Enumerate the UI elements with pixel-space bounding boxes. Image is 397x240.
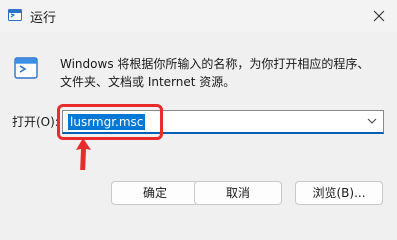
run-app-icon	[8, 9, 22, 21]
run-window-icon	[14, 57, 38, 79]
cancel-button[interactable]: 取消	[194, 181, 282, 205]
window-title: 运行	[30, 11, 57, 26]
close-button[interactable]	[361, 0, 397, 32]
chevron-down-icon[interactable]	[367, 118, 377, 124]
description-line-1: Windows 将根据你所输入的名称，为你打开相应的程序、	[60, 57, 370, 71]
description-text: Windows 将根据你所输入的名称，为你打开相应的程序、 文件夹、文档或 In…	[60, 55, 380, 91]
description-line-2: 文件夹、文档或 Internet 资源。	[60, 75, 236, 89]
close-icon	[373, 10, 385, 22]
open-label: 打开(O):	[12, 115, 59, 129]
ok-button[interactable]: 确定	[111, 181, 199, 205]
title-bar: 运行	[0, 0, 397, 32]
browse-button[interactable]: 浏览(B)...	[295, 181, 383, 205]
highlight-annotation-box	[57, 104, 163, 140]
